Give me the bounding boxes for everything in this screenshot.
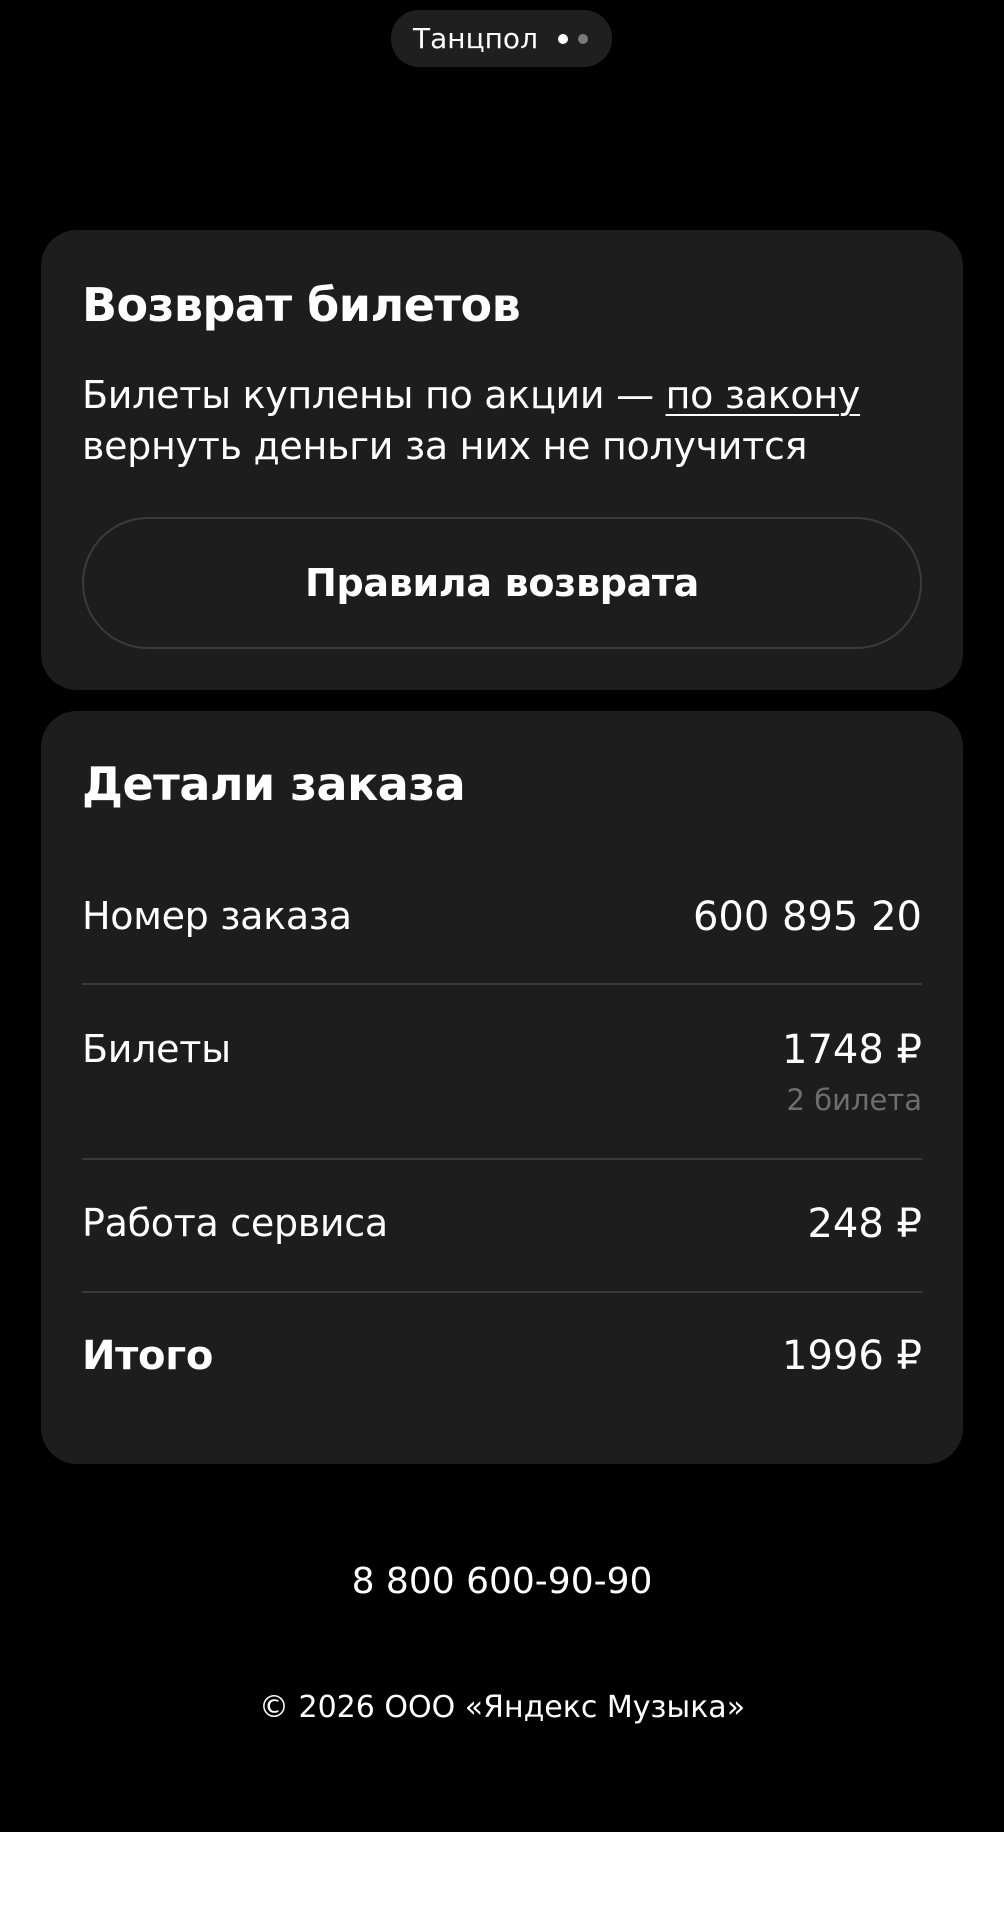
refund-text-after: вернуть деньги за них не получится [82, 424, 808, 468]
pager-dot [577, 33, 588, 44]
total-value: 1996 ₽ [782, 1333, 922, 1379]
order-details-card: Детали заказа Номер заказа 600 895 20 Би… [41, 711, 963, 1464]
tickets-label: Билеты [82, 1027, 231, 1071]
divider [82, 983, 922, 985]
refund-text-before: Билеты куплены по акции — [82, 373, 666, 417]
zone-label: Танцпол [413, 22, 538, 55]
pager-dots [557, 33, 588, 44]
refund-rules-button[interactable]: Правила возврата [82, 517, 922, 649]
refund-card: Возврат билетов Билеты куплены по акции … [41, 230, 963, 690]
support-phone-link[interactable]: 8 800 600-90-90 [0, 1561, 1004, 1602]
copyright-text: © 2026 ООО «Яндекс Музыка» [258, 1690, 746, 1725]
pager-dot-active [557, 33, 568, 44]
order-number-value: 600 895 20 [692, 894, 922, 940]
screen: Танцпол Возврат билетов Билеты куплены п… [0, 0, 1004, 1832]
refund-description: Билеты куплены по акции — по закону верн… [82, 370, 922, 472]
order-details-title: Детали заказа [82, 757, 466, 811]
divider [82, 1291, 922, 1293]
tickets-count: 2 билета [786, 1083, 922, 1117]
order-number-label: Номер заказа [82, 894, 352, 938]
bottom-blank-area [0, 1832, 1004, 1920]
tickets-price: 1748 ₽ [782, 1027, 922, 1073]
total-label: Итого [82, 1333, 214, 1379]
divider [82, 1158, 922, 1160]
law-link[interactable]: по закону [666, 373, 861, 417]
refund-title: Возврат билетов [82, 278, 521, 332]
service-fee-value: 248 ₽ [807, 1201, 922, 1247]
service-fee-label: Работа сервиса [82, 1201, 388, 1245]
zone-switcher-pill[interactable]: Танцпол [391, 10, 612, 67]
